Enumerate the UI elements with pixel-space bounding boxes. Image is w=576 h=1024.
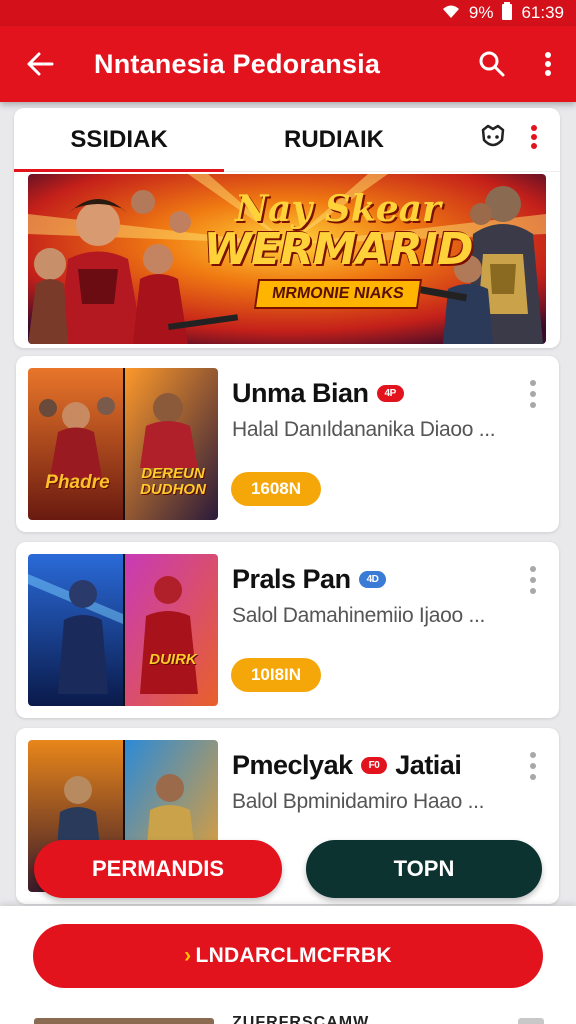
more-vert-icon[interactable] (527, 380, 539, 408)
game-thumbnail: Phadre DEREUN DUDHON (28, 368, 218, 520)
clock: 61:39 (521, 3, 564, 22)
banner-text: Nay Skear WERMARID MRMONIE NIAKS (178, 188, 498, 309)
game-thumbnail: DUIRK (28, 554, 218, 706)
chevron-right-icon: › (184, 944, 192, 967)
tab-more-vert-icon[interactable] (530, 124, 538, 155)
game-card-1[interactable]: Phadre DEREUN DUDHON Unma Bian 4P Halal … (16, 356, 559, 532)
tab-ssidiak[interactable]: SSIDIAK (14, 126, 224, 154)
permandis-button[interactable]: PERMANDIS (34, 840, 282, 898)
peek-text: ZUFRFRSCAMW (232, 1014, 370, 1024)
more-vert-icon[interactable] (520, 51, 576, 77)
thumb-left-label: Phadre (45, 472, 110, 493)
status-badge: 4P (376, 385, 404, 402)
banner-title: WERMARID (203, 224, 473, 275)
game-description: Halal Danıldananika Diaoo ... (232, 418, 496, 441)
featured-banner[interactable]: Nay Skear WERMARID MRMONIE NIAKS (28, 174, 546, 344)
status-badge: F0 (360, 757, 388, 774)
battery-icon (501, 2, 513, 24)
thumb-right-label: DEREUN DUDHON (140, 465, 206, 498)
game-name: Unma Bian 4P (232, 378, 404, 409)
peek-indicator (518, 1018, 544, 1024)
character-icon[interactable] (478, 122, 508, 157)
tab-bar: SSIDIAK RUDIAIK (14, 108, 560, 172)
search-icon[interactable] (464, 50, 520, 78)
topn-button[interactable]: TOPN (306, 840, 542, 898)
price-button[interactable]: 1608N (231, 472, 321, 506)
game-title-suffix: Jatiai (395, 750, 462, 780)
cta-button[interactable]: › LNDARCLMCFRBK (33, 924, 543, 988)
peek-thumbnail (34, 1018, 214, 1024)
status-badge: 4D (358, 571, 387, 588)
price-button[interactable]: 10I8IN (231, 658, 321, 692)
featured-card: SSIDIAK RUDIAIK Nay Skear WERMARID MRMON… (14, 108, 560, 348)
status-bar: 9% 61:39 (0, 0, 576, 26)
game-description: Salol Damahinemiio Ijaoo ... (232, 604, 486, 627)
game-title: Unma Bian (232, 378, 369, 408)
banner-tagline: MRMONIE NIAKS (254, 279, 422, 309)
more-vert-icon[interactable] (527, 566, 539, 594)
battery-percent: 9% (468, 3, 494, 22)
bottom-sheet: › LNDARCLMCFRBK ZUFRFRSCAMW (0, 906, 576, 1024)
game-name: Pmeclyak F0 Jatiai (232, 750, 462, 781)
wifi-icon (441, 3, 461, 23)
tab-rudiaik[interactable]: RUDIAIK (224, 126, 444, 154)
game-title: Prals Pan (232, 564, 351, 594)
game-card-2[interactable]: DUIRK Prals Pan 4D Salol Damahinemiio Ij… (16, 542, 559, 718)
game-title: Pmeclyak (232, 750, 353, 780)
cta-label: LNDARCLMCFRBK (195, 944, 392, 967)
page-title: Nntanesia Pedoransia (94, 48, 381, 79)
back-arrow-icon[interactable] (0, 52, 80, 76)
game-name: Prals Pan 4D (232, 564, 387, 595)
game-description: Balol Bpminidamiro Haao ... (232, 790, 485, 813)
more-vert-icon[interactable] (527, 752, 539, 780)
tab-indicator (14, 169, 224, 172)
app-bar: Nntanesia Pedoransia (0, 26, 576, 102)
thumb-right-label: DUIRK (149, 651, 197, 668)
